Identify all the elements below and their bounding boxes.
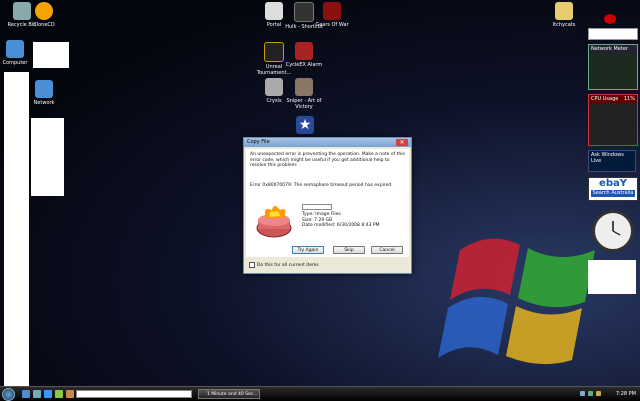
ask-gadget-label: Ask Windows Live xyxy=(591,152,624,164)
network-meter-gadget: Network Meter xyxy=(588,44,638,90)
show-desktop-icon[interactable] xyxy=(22,390,30,398)
desktop-icon-label: CycleEX Alarm xyxy=(285,62,323,68)
cpu-gadget-header: CPU Usage 11% xyxy=(589,95,637,103)
clock-face-icon xyxy=(612,221,621,236)
unreal-tournament-icon xyxy=(264,42,284,62)
sniper-icon xyxy=(295,78,313,96)
desktop-icon-label: Itchycats xyxy=(552,22,576,28)
desktop-icon-label: Portal xyxy=(266,22,282,28)
gears-of-war-icon xyxy=(323,2,341,20)
desktop-icon-star[interactable]: ★ xyxy=(283,116,327,136)
taskbar-search-input[interactable] xyxy=(76,390,192,398)
file-name-field xyxy=(302,204,332,210)
desktop-icon-label: Sniper - Art of Victory xyxy=(286,98,322,110)
clock-gadget xyxy=(592,210,634,252)
apply-all-checkbox[interactable] xyxy=(249,262,255,268)
taskbar-task-copy[interactable]: 1 Minute and 40 Sec... xyxy=(198,389,260,399)
ask-windows-live-gadget[interactable]: Ask Windows Live xyxy=(588,150,636,172)
clonecd-icon xyxy=(35,2,53,20)
network-icon xyxy=(35,80,53,98)
desktop-icon-label: Computer xyxy=(2,60,28,66)
redacted-block xyxy=(33,42,69,68)
redacted-block xyxy=(4,72,29,386)
crysis-icon xyxy=(265,78,283,96)
cancel-button[interactable]: Cancel xyxy=(371,246,403,254)
taskbar-task-label: 1 Minute and 40 Sec... xyxy=(207,392,258,397)
star-icon: ★ xyxy=(296,116,314,134)
skip-button[interactable]: Skip xyxy=(333,246,365,254)
dialog-title: Copy File xyxy=(247,139,270,145)
desktop-icon-label: Network xyxy=(33,100,55,106)
sidebar-search-gadget[interactable] xyxy=(588,28,638,40)
media-player-icon[interactable] xyxy=(55,390,63,398)
alarm-icon xyxy=(295,42,313,60)
nero-file-icon xyxy=(256,206,292,238)
desktop-icon-computer[interactable]: Computer xyxy=(0,40,37,66)
error-message: An unexpected error is preventing the op… xyxy=(250,152,405,168)
ebay-search-field[interactable]: Search Australia xyxy=(591,190,635,197)
network-meter-title: Network Meter xyxy=(589,45,637,53)
desktop-icon-cycleex-alarm[interactable]: CycleEX Alarm xyxy=(282,42,326,68)
desktop-icon-itchycats[interactable]: Itchycats xyxy=(542,2,586,28)
file-date: Date modified: 6/30/2008 8:43 PM xyxy=(302,223,380,228)
desktop-icon-sniper[interactable]: Sniper - Art of Victory xyxy=(282,78,326,110)
taskbar: 1 Minute and 40 Sec... 7:28 PM xyxy=(0,386,640,401)
ebay-logo: ebaY xyxy=(599,178,627,189)
start-button[interactable] xyxy=(2,388,15,401)
cpu-usage-gadget: CPU Usage 11% xyxy=(588,94,638,146)
folder-icon xyxy=(555,2,573,20)
computer-icon xyxy=(6,40,24,58)
close-button[interactable]: ✕ xyxy=(396,139,408,146)
redacted-gadget xyxy=(588,260,636,294)
redacted-block xyxy=(31,118,64,196)
apply-all-label: Do this for all current items xyxy=(257,262,319,268)
portal-icon xyxy=(265,2,283,20)
dialog-title-bar[interactable]: Copy File ✕ xyxy=(244,138,411,147)
quick-launch-icon[interactable] xyxy=(66,390,74,398)
desktop-icon-label: Gears Of War xyxy=(315,22,349,28)
try-again-button[interactable]: Try Again xyxy=(292,246,324,254)
cpu-gadget-value: 11% xyxy=(623,96,635,102)
ebay-gadget[interactable]: ebaY Search Australia xyxy=(588,177,638,201)
desktop-icon-gears-of-war[interactable]: Gears Of War xyxy=(310,2,354,28)
apply-all-checkbox-row[interactable]: Do this for all current items xyxy=(249,262,319,268)
copy-file-dialog: Copy File ✕ An unexpected error is preve… xyxy=(243,137,412,274)
file-details: Type: Image Files Size: 7.29 GB Date mod… xyxy=(302,212,379,229)
desktop-icon-clonecd[interactable]: CloneCD xyxy=(22,2,66,28)
desktop-icon-label: CloneCD xyxy=(33,22,55,28)
switch-windows-icon[interactable] xyxy=(33,390,41,398)
desktop-icon-label: Crysis xyxy=(266,98,282,104)
sidebar-badge-icon[interactable] xyxy=(604,14,616,24)
internet-explorer-icon[interactable] xyxy=(44,390,52,398)
error-code: Error 0x80070079: The semaphore timeout … xyxy=(250,183,393,188)
cpu-gadget-title: CPU Usage xyxy=(591,96,619,102)
dialog-body: An unexpected error is preventing the op… xyxy=(246,149,409,257)
taskbar-clock[interactable]: 7:28 PM xyxy=(575,388,640,400)
